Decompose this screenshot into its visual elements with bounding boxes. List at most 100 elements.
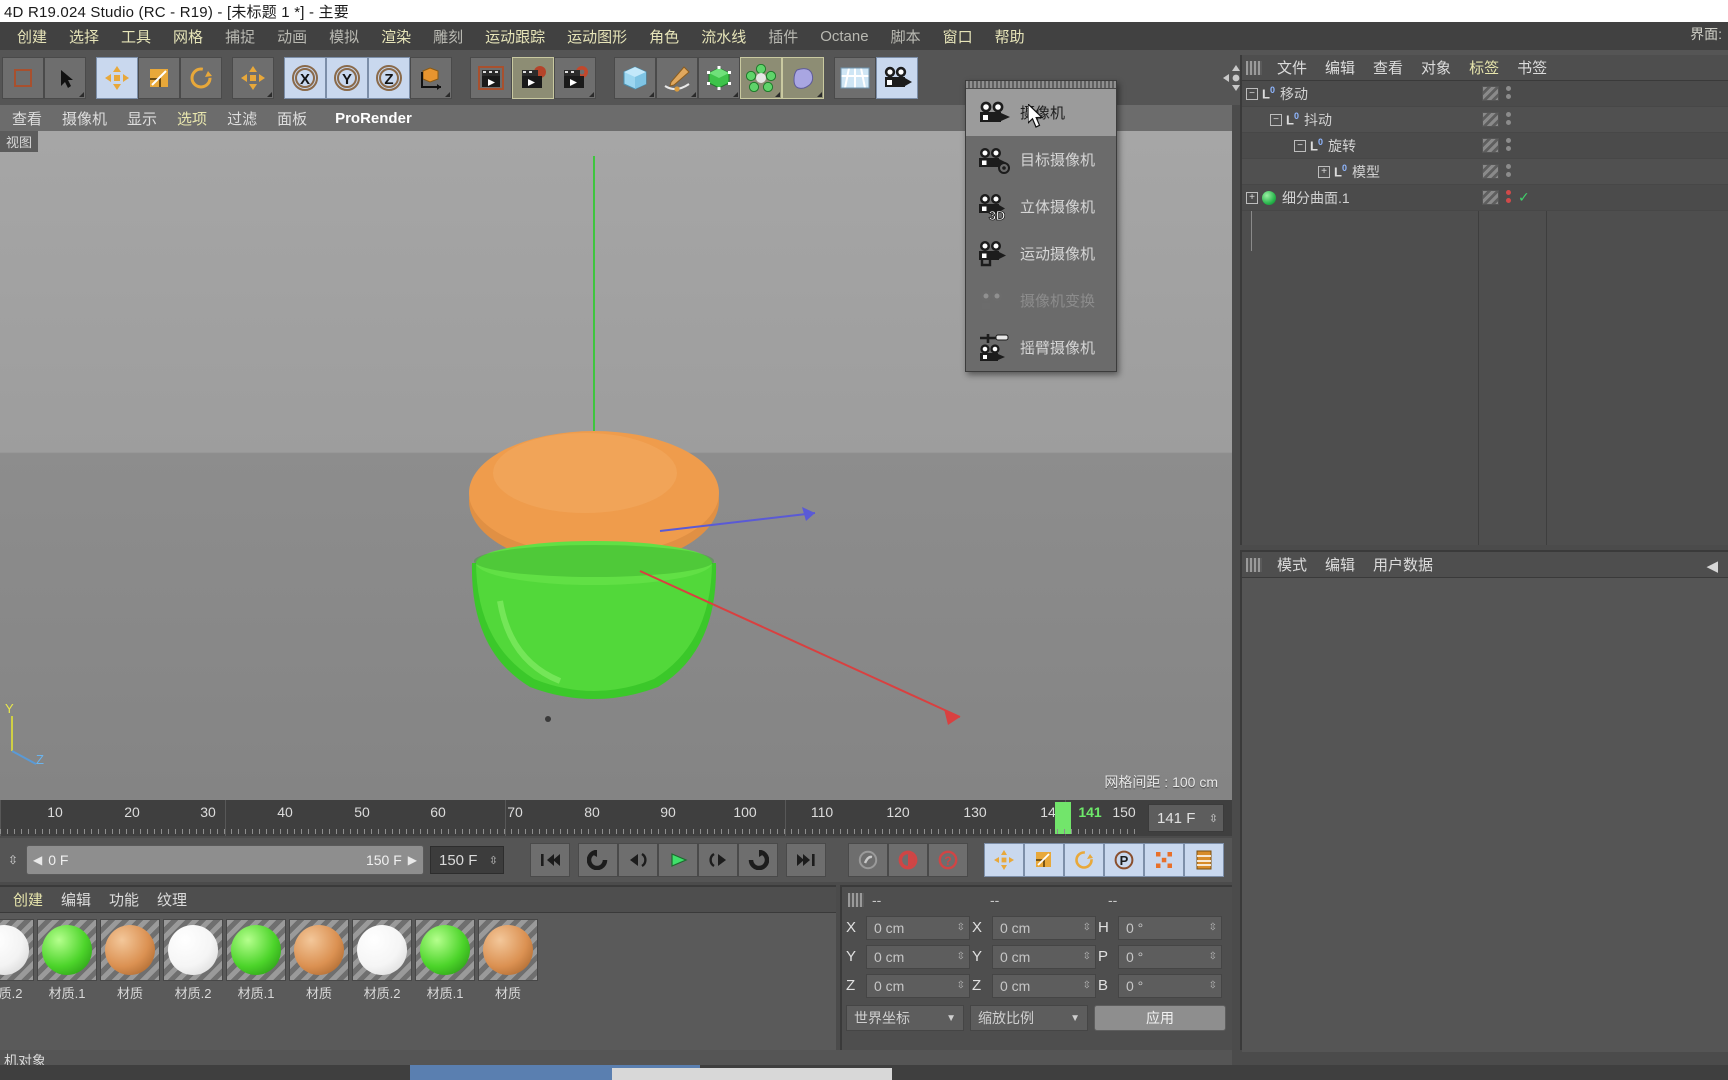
axis-y-icon[interactable]: Y [326, 56, 368, 99]
rotate-icon[interactable] [180, 56, 222, 99]
play-button[interactable] [658, 843, 698, 877]
axis-x-icon[interactable]: X [284, 56, 326, 99]
expand-toggle-icon[interactable]: + [1246, 191, 1258, 204]
visibility-dots-icon[interactable] [1506, 85, 1511, 102]
previous-key-button[interactable] [578, 843, 618, 877]
table-row[interactable]: − L0 旋转 [1242, 133, 1728, 159]
spinner-icon[interactable]: ⇳ [1083, 980, 1091, 991]
attribute-menu-edit[interactable]: 编辑 [1316, 554, 1364, 575]
current-frame-field[interactable]: 141 F ⇳ [1148, 804, 1224, 832]
hatch-tag-icon[interactable] [1482, 164, 1499, 179]
menu-item-window[interactable]: 窗口 [932, 24, 984, 49]
render-view-icon[interactable] [470, 56, 512, 99]
object-menu-view[interactable]: 查看 [1364, 57, 1412, 78]
viewport-menu-prorender[interactable]: ProRender [317, 109, 422, 128]
rotation-p-field[interactable]: 0 ° ⇳ [1118, 944, 1222, 969]
chevron-down-icon[interactable]: ▼ [1070, 1013, 1080, 1024]
menu-item-plugins[interactable]: 插件 [757, 24, 809, 49]
timeline-zoom-spinner[interactable]: ⇳ [0, 853, 26, 867]
viewport-menu-options[interactable]: 选项 [167, 107, 217, 130]
record-active-objects-button[interactable] [848, 843, 888, 877]
menu-item-stereo-camera[interactable]: 3D 立体摄像机 [966, 183, 1116, 230]
table-row[interactable]: + L0 模型 [1242, 159, 1728, 185]
environment-icon[interactable] [782, 56, 824, 99]
object-menu-bookmarks[interactable]: 书签 [1508, 57, 1556, 78]
expand-toggle-icon[interactable]: − [1246, 87, 1258, 100]
spinner-icon[interactable]: ⇳ [957, 980, 965, 991]
list-item[interactable]: 材质 [289, 919, 349, 1002]
menu-grip-handle[interactable] [966, 81, 1116, 89]
hatch-tag-icon[interactable] [1482, 112, 1499, 127]
material-thumbnail[interactable] [415, 919, 475, 981]
material-thumbnail[interactable] [163, 919, 223, 981]
range-start-arrow-icon[interactable]: ◀ [33, 853, 42, 867]
step-forward-button[interactable] [698, 843, 738, 877]
object-menu-objects[interactable]: 对象 [1412, 57, 1460, 78]
next-key-button[interactable] [738, 843, 778, 877]
timeline-toggle-button[interactable] [1184, 843, 1224, 877]
panel-grip-icon[interactable] [1246, 557, 1262, 572]
viewport-menu-filter[interactable]: 过滤 [217, 107, 267, 130]
menu-item-select[interactable]: 选择 [58, 24, 110, 49]
undo-icon[interactable] [2, 56, 44, 99]
timeline-ruler-bar[interactable]: 10 20 30 40 50 60 70 80 90 100 110 120 1… [0, 800, 1232, 836]
spinner-icon[interactable]: ⇳ [957, 922, 965, 933]
coordinate-system-dropdown[interactable]: 世界坐标 ▼ [846, 1005, 964, 1031]
move-axis-icon[interactable] [232, 56, 274, 99]
expand-toggle-icon[interactable]: + [1318, 165, 1330, 178]
object-menu-file[interactable]: 文件 [1268, 57, 1316, 78]
material-list[interactable]: 材质.2 材质.1 材质 材质.2 材质.1 材质 材质.2 材质.1 [0, 913, 836, 1052]
menu-item-octane[interactable]: Octane [809, 26, 879, 47]
material-thumbnail[interactable] [0, 919, 34, 981]
visibility-dots-icon[interactable] [1506, 111, 1511, 128]
material-thumbnail[interactable] [100, 919, 160, 981]
timeline-ruler[interactable]: 10 20 30 40 50 60 70 80 90 100 110 120 1… [0, 800, 1140, 836]
spinner-icon[interactable]: ⇳ [1209, 951, 1217, 962]
list-item[interactable]: 材质.1 [37, 919, 97, 1002]
tag-column[interactable] [1482, 163, 1511, 180]
menu-item-mesh[interactable]: 网格 [162, 24, 214, 49]
keyframe-selection-button[interactable]: ? [928, 843, 968, 877]
material-thumbnail[interactable] [478, 919, 538, 981]
material-menu-function[interactable]: 功能 [100, 889, 148, 910]
rotation-h-field[interactable]: 0 ° ⇳ [1118, 915, 1222, 940]
size-y-field[interactable]: 0 cm ⇳ [992, 944, 1096, 969]
material-thumbnail[interactable] [226, 919, 286, 981]
position-y-field[interactable]: 0 cm ⇳ [866, 944, 970, 969]
viewport-menu-view[interactable]: 查看 [2, 107, 52, 130]
attribute-menu-userdata[interactable]: 用户数据 [1364, 554, 1442, 575]
list-item[interactable]: 材质.1 [415, 919, 475, 1002]
tag-column[interactable] [1482, 137, 1511, 154]
menu-item-script[interactable]: 脚本 [880, 24, 932, 49]
deformer-icon[interactable] [740, 56, 782, 99]
visibility-dots-icon[interactable] [1506, 137, 1511, 154]
menu-item-pipeline[interactable]: 流水线 [690, 24, 757, 49]
spinner-icon[interactable]: ⇳ [1083, 951, 1091, 962]
material-thumbnail[interactable] [289, 919, 349, 981]
menu-item-help[interactable]: 帮助 [984, 24, 1036, 49]
check-icon[interactable]: ✓ [1518, 189, 1530, 206]
attribute-menu-mode[interactable]: 模式 [1268, 554, 1316, 575]
tag-column[interactable]: ✓ [1482, 189, 1530, 206]
render-settings-icon[interactable] [554, 56, 596, 99]
position-z-field[interactable]: 0 cm ⇳ [866, 973, 970, 998]
move-icon[interactable] [96, 56, 138, 99]
collapse-arrow-icon[interactable]: ◀ [1706, 557, 1718, 575]
range-end-arrow-icon[interactable]: ▶ [408, 853, 417, 867]
taskbar-item[interactable] [612, 1068, 892, 1080]
step-back-button[interactable] [618, 843, 658, 877]
tag-column[interactable] [1482, 85, 1511, 102]
object-tree[interactable]: − L0 移动 − L0 抖动 − L0 旋转 + L0 模型 + 细分曲面.1… [1242, 81, 1728, 545]
spinner-icon[interactable]: ⇳ [1083, 922, 1091, 933]
viewport-menu-display[interactable]: 显示 [117, 107, 167, 130]
render-picture-viewer-icon[interactable] [512, 56, 554, 99]
preview-range-bar[interactable]: ◀ 0 F 150 F ▶ [26, 845, 424, 875]
document-length-field[interactable]: 150 F ⇳ [430, 846, 504, 874]
size-x-field[interactable]: 0 cm ⇳ [992, 915, 1096, 940]
menu-item-target-camera[interactable]: 目标摄像机 [966, 136, 1116, 183]
spinner-icon[interactable]: ⇳ [1209, 980, 1217, 991]
generator-icon[interactable] [698, 56, 740, 99]
panel-grip-icon[interactable] [1246, 60, 1262, 75]
rotation-b-field[interactable]: 0 ° ⇳ [1118, 973, 1222, 998]
apply-button[interactable]: 应用 [1094, 1005, 1226, 1031]
